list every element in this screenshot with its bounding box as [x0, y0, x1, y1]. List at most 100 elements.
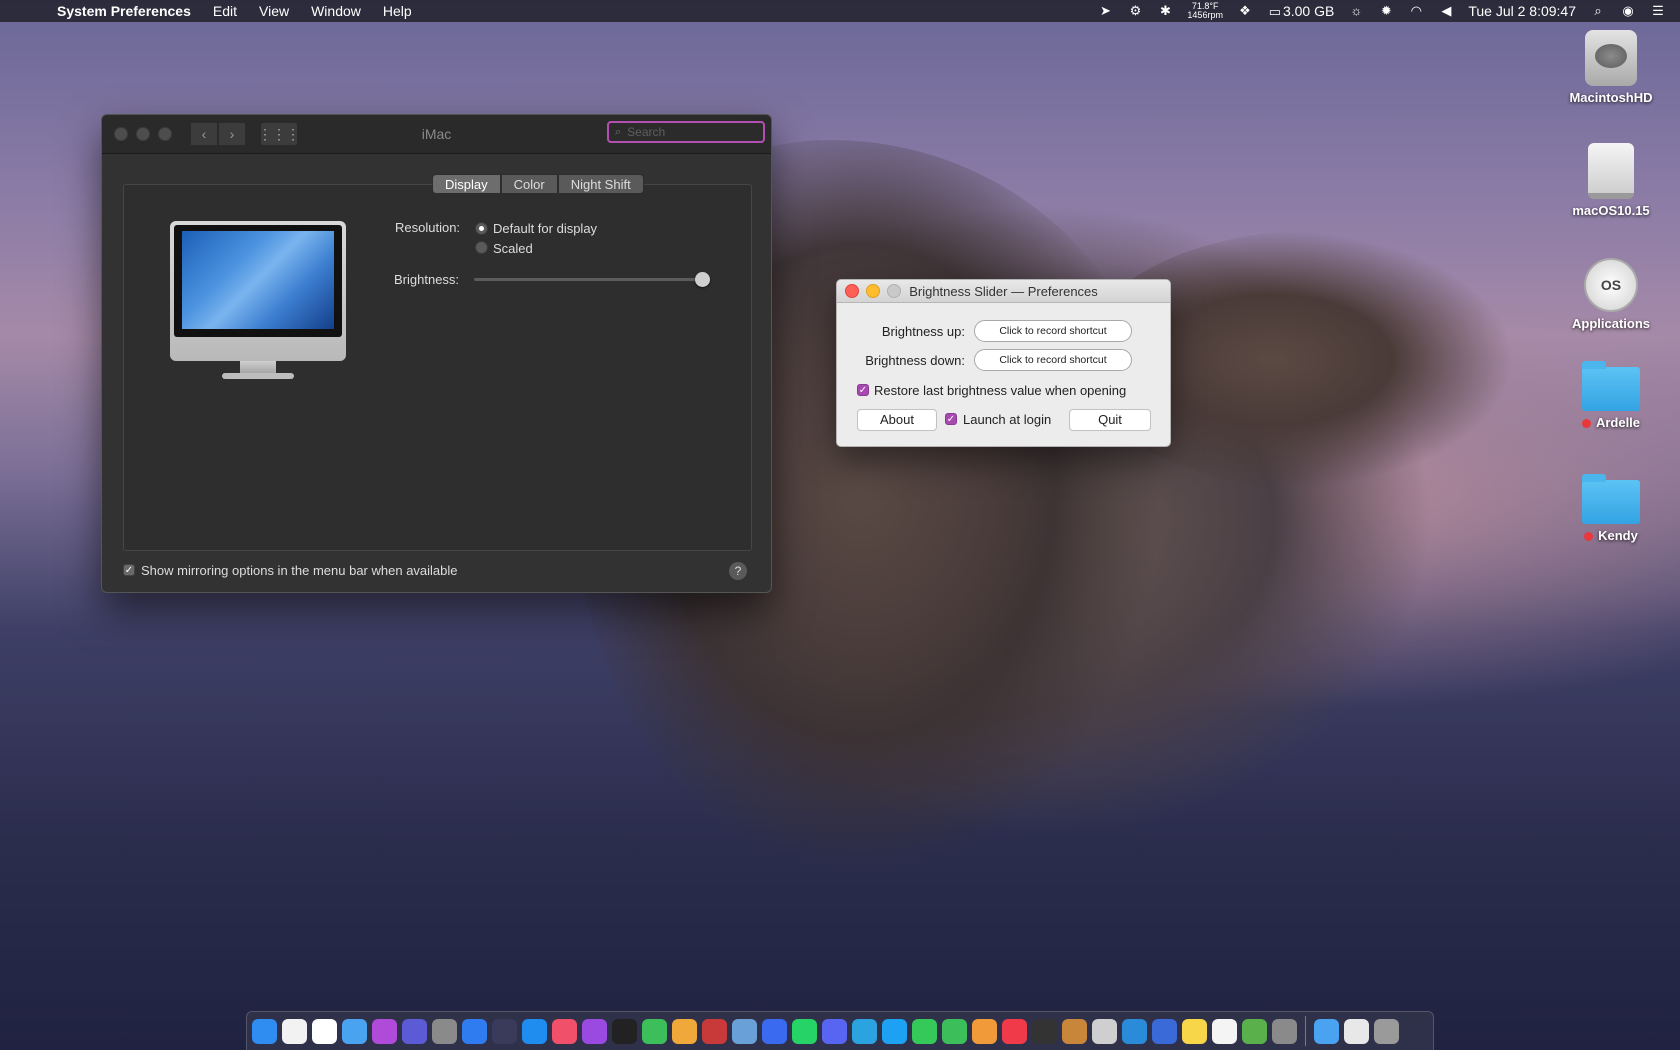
dock-telegram-icon[interactable] [852, 1018, 877, 1044]
desktop-icon-label: Kendy [1598, 528, 1638, 543]
brightness-icon[interactable]: ☼ [1348, 4, 1364, 18]
desktop-icon-macos1015[interactable]: macOS10.15 [1556, 143, 1666, 218]
zoom-button[interactable] [158, 127, 172, 141]
bs-minimize-button[interactable] [866, 284, 880, 298]
tab-color[interactable]: Color [500, 174, 558, 194]
dock-finder-icon[interactable] [252, 1018, 277, 1044]
dock-podcasts-icon[interactable] [582, 1018, 607, 1044]
quit-button[interactable]: Quit [1069, 409, 1151, 431]
desktop-icon-applications[interactable]: OS Applications [1556, 258, 1666, 331]
imac-bezel [174, 225, 342, 337]
brightness-slider-knob[interactable] [695, 272, 710, 287]
dock-home-icon[interactable] [972, 1018, 997, 1044]
memory-readout[interactable]: ▭ 3.00 GB [1267, 3, 1335, 19]
tab-display[interactable]: Display [432, 174, 501, 194]
launch-at-login-label[interactable]: Launch at login [963, 412, 1051, 427]
menu-help[interactable]: Help [372, 3, 423, 19]
dock-keynote-icon[interactable] [1152, 1018, 1177, 1044]
siri-icon[interactable]: ◉ [1620, 4, 1636, 18]
menu-app-name[interactable]: System Preferences [46, 3, 202, 19]
dock-reminders-icon[interactable] [1212, 1018, 1237, 1044]
fan-icon[interactable]: ✱ [1157, 4, 1173, 18]
sun-icon[interactable]: ✹ [1378, 4, 1394, 18]
temperature-readout[interactable]: 71.8°F 1456rpm [1187, 2, 1223, 20]
dock-notes-icon[interactable] [1182, 1018, 1207, 1044]
dock-twitter-icon[interactable] [882, 1018, 907, 1044]
dock-system-preferences-icon[interactable] [1272, 1018, 1297, 1044]
dock-app-store-icon[interactable] [522, 1018, 547, 1044]
dock-find-my-icon[interactable] [642, 1018, 667, 1044]
bs-close-button[interactable] [845, 284, 859, 298]
search-field[interactable]: ⌕ [607, 121, 765, 143]
radio-scaled[interactable] [475, 241, 488, 254]
dock-disk-utility-icon[interactable] [1092, 1018, 1117, 1044]
desktop-icon-label: Ardelle [1595, 415, 1641, 430]
menu-view[interactable]: View [248, 3, 300, 19]
gear-badge-icon[interactable]: ⚙ [1127, 4, 1143, 18]
desktop-icon-ardelle[interactable]: Ardelle [1556, 361, 1666, 430]
dock-preview-icon[interactable] [732, 1018, 757, 1044]
dock-stocks-icon[interactable] [1032, 1018, 1057, 1044]
brightness-up-shortcut-button[interactable]: Click to record shortcut [974, 320, 1132, 342]
dock-books-icon[interactable] [1062, 1018, 1087, 1044]
help-button[interactable]: ? [729, 562, 747, 580]
dock-facetime-icon[interactable] [942, 1018, 967, 1044]
status-area: ➤ ⚙ ✱ 71.8°F 1456rpm ❖ ▭ 3.00 GB ☼ ✹ ◠ ◀ T… [1097, 2, 1680, 20]
restore-brightness-label[interactable]: Restore last brightness value when openi… [874, 383, 1126, 398]
dock-mail-icon[interactable] [492, 1018, 517, 1044]
menu-bar: System Preferences Edit View Window Help… [0, 0, 1680, 22]
close-button[interactable] [114, 127, 128, 141]
dock-messages-icon[interactable] [912, 1018, 937, 1044]
mirroring-label[interactable]: Show mirroring options in the menu bar w… [141, 563, 458, 578]
dropbox-icon[interactable]: ❖ [1237, 4, 1253, 18]
restore-brightness-checkbox[interactable]: ✓ [857, 384, 869, 396]
window-controls [114, 127, 172, 141]
dock-news-icon[interactable] [1002, 1018, 1027, 1044]
dock-clock-icon[interactable] [282, 1018, 307, 1044]
dock-photo-booth-icon[interactable] [702, 1018, 727, 1044]
dock-maps-icon[interactable] [1242, 1018, 1267, 1044]
desktop-icon-macintoshhd[interactable]: MacintoshHD [1556, 30, 1666, 105]
dock-siri-icon[interactable] [402, 1018, 427, 1044]
brightness-slider[interactable] [474, 272, 710, 287]
folder-icon [1582, 361, 1640, 411]
dock-trash-icon[interactable] [1374, 1018, 1399, 1044]
about-button[interactable]: About [857, 409, 937, 431]
dock-mail-folder-icon[interactable] [1344, 1018, 1369, 1044]
dock-discord-icon[interactable] [822, 1018, 847, 1044]
forward-chevron-icon[interactable]: › [218, 122, 246, 146]
dock-calendar-icon[interactable] [312, 1018, 337, 1044]
dock-edge-icon[interactable] [1122, 1018, 1147, 1044]
dock-messenger-icon[interactable] [762, 1018, 787, 1044]
radio-default-for-display[interactable] [475, 222, 488, 235]
default-for-display-label[interactable]: Default for display [493, 221, 597, 236]
dock-weather-icon[interactable] [342, 1018, 367, 1044]
dock-downloads-icon[interactable] [1314, 1018, 1339, 1044]
dock-music-icon[interactable] [552, 1018, 577, 1044]
dock-launchpad-icon[interactable] [432, 1018, 457, 1044]
back-chevron-icon[interactable]: ‹ [190, 122, 218, 146]
battery-icon: ▭ [1268, 4, 1282, 19]
desktop-icon-kendy[interactable]: Kendy [1556, 474, 1666, 543]
volume-icon[interactable]: ◀ [1438, 4, 1454, 18]
dock-whatsapp-icon[interactable] [792, 1018, 817, 1044]
tab-night-shift[interactable]: Night Shift [557, 174, 644, 194]
clock[interactable]: Tue Jul 2 8:09:47 [1468, 3, 1576, 19]
dock-pixelmator-icon[interactable] [372, 1018, 397, 1044]
show-all-grid-icon[interactable]: ⋮⋮⋮ [258, 122, 300, 146]
scaled-label[interactable]: Scaled [493, 241, 533, 256]
spotlight-icon[interactable]: ⌕ [1590, 4, 1606, 18]
dock-tv-icon[interactable] [612, 1018, 637, 1044]
location-arrow-icon[interactable]: ➤ [1097, 4, 1113, 18]
menu-window[interactable]: Window [300, 3, 372, 19]
notification-center-icon[interactable]: ☰ [1650, 4, 1666, 18]
dock-safari-icon[interactable] [462, 1018, 487, 1044]
mirroring-checkbox[interactable]: ✓ [123, 564, 135, 576]
brightness-down-shortcut-button[interactable]: Click to record shortcut [974, 349, 1132, 371]
minimize-button[interactable] [136, 127, 150, 141]
dock-photos-icon[interactable] [672, 1018, 697, 1044]
search-input[interactable] [625, 124, 750, 140]
launch-at-login-checkbox[interactable]: ✓ [945, 413, 957, 425]
menu-edit[interactable]: Edit [202, 3, 248, 19]
wifi-icon[interactable]: ◠ [1408, 4, 1424, 18]
